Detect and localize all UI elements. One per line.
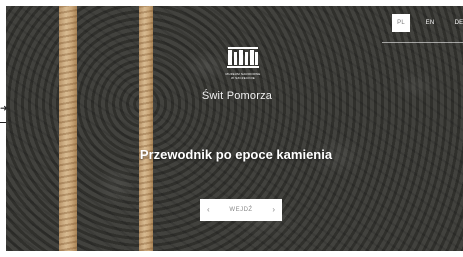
language-option-de[interactable]: DE <box>450 14 463 32</box>
page-title: Przewodnik po epoce kamienia <box>139 147 333 162</box>
exhibition-subtitle: Świt Pomorza <box>201 90 273 102</box>
language-option-en[interactable]: EN <box>421 14 439 32</box>
enter-button-label: WEJDŹ <box>229 207 253 213</box>
language-switcher: PL EN DE <box>382 6 463 43</box>
enter-button[interactable]: ‹ WEJDŹ › <box>200 199 282 221</box>
chevron-left-icon: ‹ <box>207 205 210 214</box>
decorative-stripe-right <box>139 6 153 251</box>
language-option-pl[interactable]: PL <box>392 14 410 32</box>
decorative-stripe-left <box>59 6 77 251</box>
hero-background: PL EN DE MUZEUM NARODOWE W SZCZECINIE Św… <box>6 6 463 251</box>
divider <box>0 122 6 123</box>
logo-subtitle: W SZCZECINIE <box>231 76 255 80</box>
chevron-right-icon: › <box>272 205 275 214</box>
museum-logo: MUZEUM NARODOWE W SZCZECINIE <box>219 45 267 80</box>
museum-building-icon <box>227 47 259 68</box>
arrow-right-icon: ➜ <box>0 103 8 113</box>
